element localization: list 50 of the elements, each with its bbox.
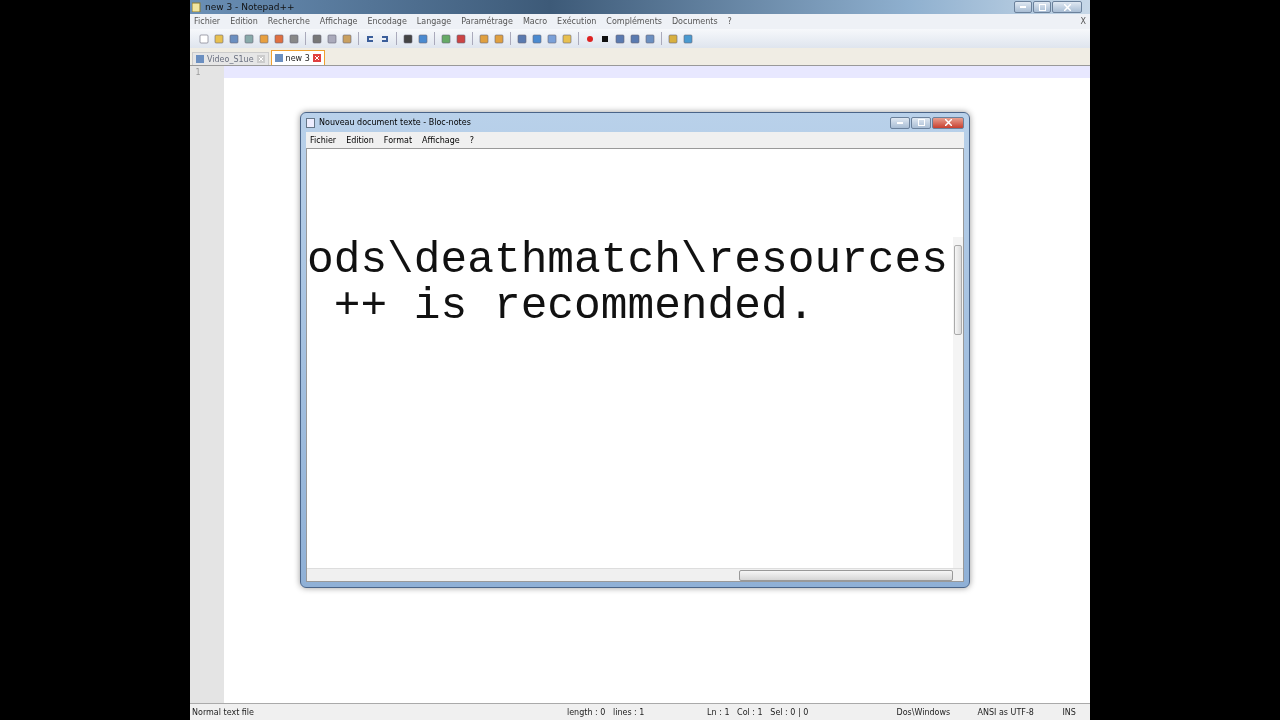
text-line: ods\deathmatch\resources xyxy=(307,237,949,283)
notepad-icon xyxy=(306,117,315,128)
menu-item[interactable]: Documents xyxy=(671,17,718,26)
menu-item[interactable]: ? xyxy=(727,17,732,26)
menu-item[interactable]: Format xyxy=(383,135,413,145)
menu-item[interactable]: Exécution xyxy=(557,17,597,26)
menu-item[interactable]: Affichage xyxy=(319,17,358,26)
menu-item[interactable]: Langage xyxy=(416,17,452,26)
text-line: ++ is recommended. xyxy=(332,283,816,329)
close-icon xyxy=(944,119,952,126)
maximize-button[interactable] xyxy=(911,116,931,129)
restore-button[interactable] xyxy=(1033,1,1051,13)
menu-item[interactable]: Paramétrage xyxy=(461,17,513,26)
file-icon xyxy=(274,54,283,62)
restore-icon xyxy=(1038,3,1046,11)
status-text: Dos\Windows xyxy=(895,707,952,717)
status-text: Normal text file xyxy=(191,707,255,717)
close-document-button[interactable]: X xyxy=(1080,17,1086,26)
menu-item[interactable]: Macro xyxy=(522,17,548,26)
notepad-title: Nouveau document texte - Bloc-notes xyxy=(319,118,471,127)
status-text: Ln : 1 Col : 1 Sel : 0 | 0 xyxy=(706,707,810,717)
file-icon xyxy=(196,55,204,63)
line-number: 1 xyxy=(195,68,201,77)
minimize-button[interactable] xyxy=(890,116,910,129)
minimize-icon xyxy=(1020,6,1026,8)
menu-item[interactable]: Encodage xyxy=(367,17,407,26)
close-icon xyxy=(1063,3,1071,11)
menu-item[interactable]: Edition xyxy=(230,17,258,26)
maximize-icon xyxy=(917,119,925,126)
menu-item[interactable]: Compléments xyxy=(606,17,662,26)
close-button[interactable] xyxy=(932,116,964,129)
menu-item[interactable]: Edition xyxy=(346,135,374,145)
menu-item[interactable]: Fichier xyxy=(194,17,221,26)
minimize-icon xyxy=(897,121,903,124)
tab[interactable]: new 3 xyxy=(270,50,325,65)
menu-item[interactable]: Recherche xyxy=(267,17,310,26)
close-icon[interactable] xyxy=(312,54,321,62)
menu-item[interactable]: ? xyxy=(469,135,474,145)
tab[interactable]: Video_S1ue xyxy=(192,52,269,65)
window-title: new 3 - Notepad++ xyxy=(205,2,295,12)
vertical-scrollbar[interactable] xyxy=(953,237,963,568)
status-text: length : 0 lines : 1 xyxy=(565,707,646,717)
close-button[interactable] xyxy=(1052,1,1082,13)
menu-item[interactable]: Fichier xyxy=(310,135,337,145)
menu-item[interactable]: Affichage xyxy=(422,135,460,145)
minimize-button[interactable] xyxy=(1014,1,1032,13)
status-text: INS xyxy=(1061,707,1077,717)
app-icon xyxy=(192,2,201,12)
horizontal-scrollbar[interactable] xyxy=(307,568,963,581)
status-text: ANSI as UTF-8 xyxy=(976,707,1035,717)
